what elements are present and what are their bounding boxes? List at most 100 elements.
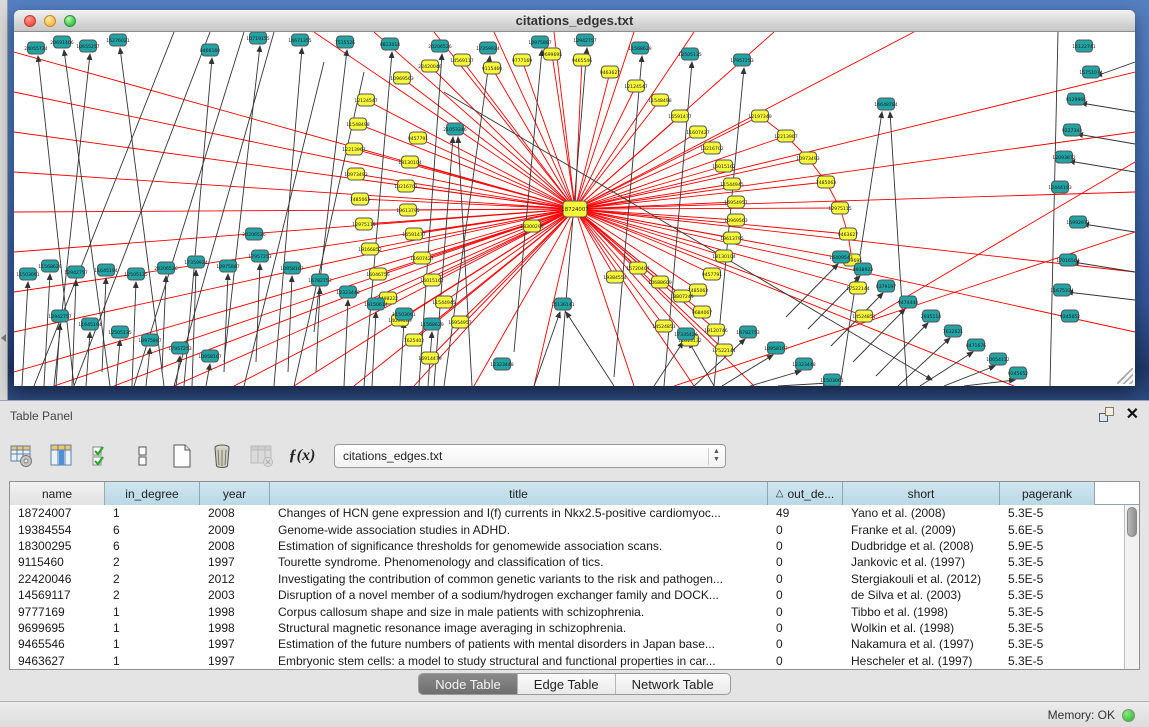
table-row[interactable]: 977716911998Corpus callosum shape and si…: [10, 603, 1139, 619]
graph-node-yellow[interactable]: 13216702: [394, 180, 417, 192]
graph-node-teal[interactable]: 2935114: [921, 310, 942, 322]
graph-node-teal[interactable]: 17957253: [168, 342, 191, 354]
table-settings-icon[interactable]: [8, 442, 36, 470]
float-window-icon[interactable]: [1099, 407, 1114, 422]
graph-node-teal[interactable]: 17335426: [674, 328, 697, 340]
table-row[interactable]: 2242004622012Investigating the contribut…: [10, 571, 1139, 587]
graph-node-yellow[interactable]: 9457791: [702, 268, 723, 280]
column-header-name[interactable]: name: [10, 482, 105, 505]
graph-node-teal[interactable]: 10958167: [280, 262, 303, 274]
graph-node-yellow[interactable]: 7625402: [404, 334, 425, 346]
graph-node-teal[interactable]: 10958167: [764, 342, 787, 354]
graph-node-teal[interactable]: 12444193: [1048, 181, 1071, 193]
graph-node-teal[interactable]: 8938923: [853, 263, 874, 275]
table-row[interactable]: 1830029562008Estimation of significance …: [10, 538, 1139, 554]
graph-node-teal[interactable]: 20206526: [242, 228, 265, 240]
graph-node-teal[interactable]: 12942757: [48, 310, 71, 322]
graph-node-yellow[interactable]: 19613795: [396, 204, 419, 216]
graph-node-teal[interactable]: 9245652: [1008, 367, 1029, 379]
graph-node-yellow[interactable]: 18807249: [670, 290, 693, 302]
graph-node-yellow[interactable]: 11607427: [686, 126, 709, 138]
graph-node-yellow[interactable]: 22420046: [418, 60, 441, 72]
tab-node-table[interactable]: Node Table: [419, 674, 518, 694]
graph-node-teal[interactable]: 20206526: [154, 262, 177, 274]
graph-node-yellow[interactable]: 18130104: [712, 250, 735, 262]
graph-node-teal[interactable]: 11568629: [420, 318, 443, 330]
graph-node-teal[interactable]: 12505135: [124, 268, 147, 280]
graph-node-teal[interactable]: 9245652: [1060, 310, 1081, 322]
graph-node-yellow[interactable]: 18724007: [561, 201, 588, 217]
graph-node-yellow[interactable]: 19613795: [720, 232, 743, 244]
graph-node-teal[interactable]: 11675334: [1050, 284, 1073, 296]
graph-node-teal[interactable]: 20206526: [428, 40, 451, 52]
graph-node-yellow[interactable]: 11548498: [648, 94, 671, 106]
table-row[interactable]: 946362711997Embryonic stem cells: a mode…: [10, 653, 1139, 669]
graph-node-yellow[interactable]: 11544945: [432, 296, 455, 308]
graph-node-teal[interactable]: 16409543: [829, 251, 852, 263]
row-height-icon[interactable]: [128, 442, 156, 470]
graph-node-yellow[interactable]: 19384554: [603, 271, 626, 283]
graph-node-teal[interactable]: 9474444: [898, 296, 919, 308]
graph-node-teal[interactable]: 11503061: [16, 268, 39, 280]
table-selector-dropdown[interactable]: citations_edges.txt ▲▼: [334, 444, 726, 468]
tab-network-table[interactable]: Network Table: [616, 674, 730, 694]
graph-node-teal[interactable]: 11568629: [38, 260, 61, 272]
graph-node-yellow[interactable]: 16914479: [418, 352, 441, 364]
graph-node-yellow[interactable]: 9463627: [838, 228, 859, 240]
graph-node-yellow[interactable]: 9777169: [512, 54, 533, 66]
graph-node-teal[interactable]: 12942757: [64, 266, 87, 278]
graph-node-yellow[interactable]: 7485063: [350, 193, 371, 205]
graph-node-yellow[interactable]: 9684067: [692, 306, 713, 318]
graph-node-teal[interactable]: 11645194: [94, 264, 117, 276]
graph-node-yellow[interactable]: 13216702: [700, 142, 723, 154]
graph-node-yellow[interactable]: 16046756: [366, 268, 389, 280]
graph-node-yellow[interactable]: 10973493: [344, 168, 367, 180]
graph-node-yellow[interactable]: 16591477: [668, 110, 691, 122]
graph-node-yellow[interactable]: 16015162: [712, 160, 735, 172]
graph-node-teal[interactable]: 15276021: [106, 34, 129, 46]
graph-node-teal[interactable]: 9227343: [1062, 124, 1083, 136]
graph-node-yellow[interactable]: 14569117: [450, 54, 473, 66]
graph-node-teal[interactable]: 17957253: [248, 250, 271, 262]
graph-node-teal[interactable]: 16782753: [308, 274, 331, 286]
graph-node-teal[interactable]: 14671355: [288, 34, 311, 46]
show-columns-icon[interactable]: [48, 442, 76, 470]
table-row[interactable]: 1938455462009Genome-wide association stu…: [10, 521, 1139, 537]
graph-node-teal[interactable]: 6379197: [876, 280, 897, 292]
graph-node-yellow[interactable]: 15720407: [626, 262, 649, 274]
graph-node-teal[interactable]: 8466160: [200, 44, 221, 56]
graph-node-teal[interactable]: 10975887: [216, 260, 239, 272]
column-header-year[interactable]: year: [200, 482, 270, 505]
graph-node-teal[interactable]: 17016504: [1056, 254, 1079, 266]
column-header-outde[interactable]: △out_de...: [768, 482, 843, 505]
column-header-indegree[interactable]: in_degree: [105, 482, 200, 505]
graph-node-yellow[interactable]: 12975115: [828, 202, 851, 214]
graph-node-yellow[interactable]: 16591477: [402, 228, 425, 240]
graph-node-teal[interactable]: 24055724: [24, 42, 47, 54]
graph-node-teal[interactable]: 7632621: [943, 325, 964, 337]
graph-node-yellow[interactable]: 12213967: [774, 130, 797, 142]
graph-node-teal[interactable]: 11568629: [628, 42, 651, 54]
graph-node-teal[interactable]: 15136141: [551, 298, 574, 310]
graph-node-yellow[interactable]: 11607427: [410, 252, 433, 264]
graph-node-teal[interactable]: 8813014: [380, 38, 401, 50]
graph-node-teal[interactable]: 17359924: [476, 42, 499, 54]
table-row[interactable]: 1872400712008Changes of HCN gene express…: [10, 505, 1139, 521]
graph-node-teal[interactable]: 7515526: [335, 36, 356, 48]
graph-node-teal[interactable]: 17359924: [184, 256, 207, 268]
graph-node-yellow[interactable]: 17522144: [846, 282, 869, 294]
graph-node-yellow[interactable]: 16954957: [724, 196, 747, 208]
graph-node-teal[interactable]: 10958167: [198, 350, 221, 362]
column-header-pagerank[interactable]: pagerank: [1000, 482, 1095, 505]
graph-node-teal[interactable]: 15992971: [1066, 216, 1089, 228]
graph-node-teal[interactable]: 12942757: [573, 34, 596, 46]
graph-node-teal[interactable]: 12505135: [678, 48, 701, 60]
tab-edge-table[interactable]: Edge Table: [518, 674, 616, 694]
graph-node-yellow[interactable]: 12975115: [352, 218, 375, 230]
graph-node-teal[interactable]: 10719155: [246, 32, 269, 44]
graph-node-yellow[interactable]: 18130104: [398, 156, 421, 168]
select-columns-icon[interactable]: [88, 442, 116, 470]
graph-node-teal[interactable]: 17957253: [730, 54, 753, 66]
column-header-title[interactable]: title: [270, 482, 768, 505]
graph-node-yellow[interactable]: 12124547: [624, 80, 647, 92]
